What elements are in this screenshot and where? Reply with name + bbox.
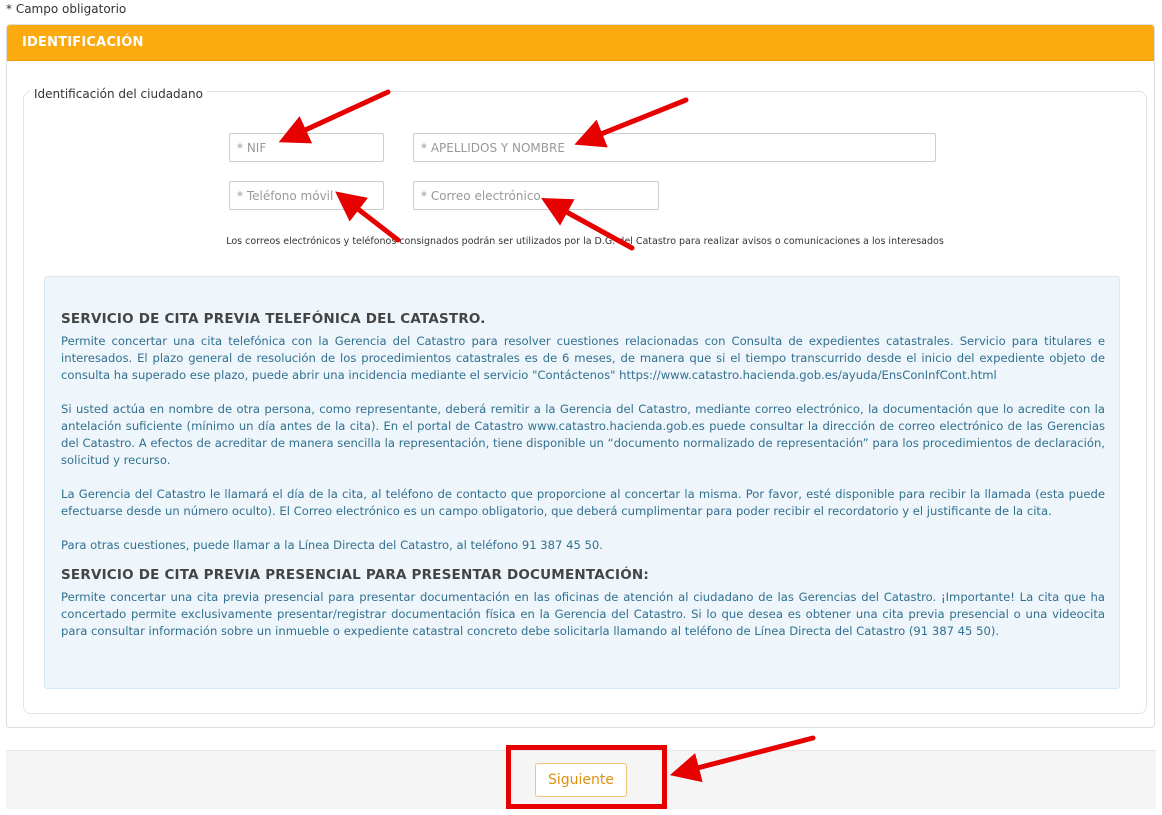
panel-title: IDENTIFICACIÓN (7, 25, 1154, 61)
phone-service-paragraph-1: Permite concertar una cita telefónica co… (61, 334, 1105, 382)
fieldset-legend: Identificación del ciudadano (30, 87, 207, 101)
phone-service-paragraph-4: Para otras cuestiones, puede llamar a la… (61, 538, 603, 552)
phone-service-paragraph-3: La Gerencia del Catastro le llamará el d… (61, 487, 1105, 518)
service-info-box: SERVICIO DE CITA PREVIA TELEFÓNICA DEL C… (44, 276, 1120, 689)
email-input[interactable] (413, 181, 659, 210)
phone-service-title: SERVICIO DE CITA PREVIA TELEFÓNICA DEL C… (61, 311, 486, 327)
presencial-service-paragraph: Permite concertar una cita previa presen… (61, 590, 1105, 638)
presencial-service-title: SERVICIO DE CITA PREVIA PRESENCIAL PARA … (61, 567, 649, 583)
nif-input[interactable] (229, 133, 384, 162)
mobile-phone-input[interactable] (229, 181, 384, 210)
full-name-input[interactable] (413, 133, 936, 162)
phone-service-paragraph-2: Si usted actúa en nombre de otra persona… (61, 402, 1105, 467)
next-button[interactable]: Siguiente (535, 763, 627, 797)
identification-panel: IDENTIFICACIÓN Identificación del ciudad… (6, 24, 1155, 728)
citizen-identification-fieldset: Identificación del ciudadano Los correos… (23, 87, 1147, 714)
required-field-note: * Campo obligatorio (6, 2, 127, 16)
contact-consent-note: Los correos electrónicos y teléfonos con… (226, 236, 944, 247)
